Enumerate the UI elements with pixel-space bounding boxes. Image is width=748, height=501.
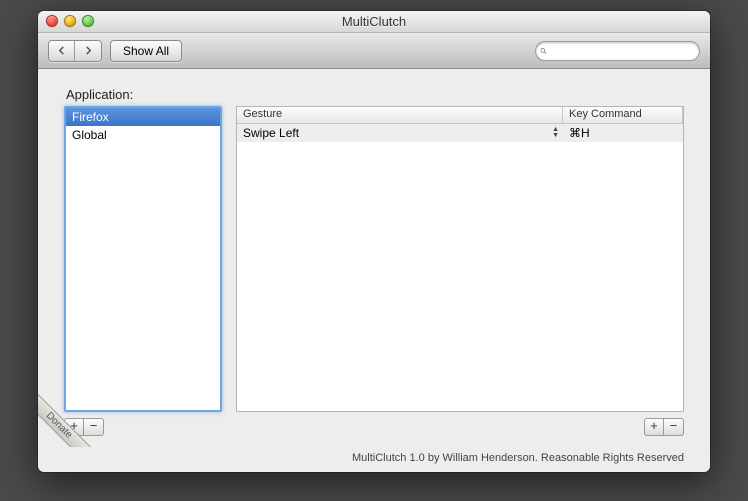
back-button[interactable] bbox=[49, 41, 75, 61]
application-label: Application: bbox=[66, 87, 684, 102]
zoom-icon[interactable] bbox=[82, 15, 94, 27]
nav-segment bbox=[48, 40, 102, 62]
toolbar: Show All bbox=[38, 33, 710, 69]
remove-app-button[interactable]: − bbox=[84, 418, 104, 436]
traffic-lights bbox=[46, 15, 94, 27]
titlebar: MultiClutch bbox=[38, 11, 710, 33]
chevron-right-icon bbox=[84, 46, 93, 55]
cell-key[interactable]: ⌘H bbox=[563, 124, 683, 142]
search-field-wrapper[interactable] bbox=[535, 41, 700, 61]
gesture-value: Swipe Left bbox=[243, 124, 299, 142]
gesture-table: Gesture Key Command Swipe Left ▲▼ ⌘H bbox=[236, 106, 684, 412]
content-area: Application: Firefox Global Gesture Key … bbox=[38, 69, 710, 446]
add-gesture-button[interactable]: + bbox=[644, 418, 664, 436]
stepper-icon[interactable]: ▲▼ bbox=[552, 127, 559, 139]
table-header: Gesture Key Command bbox=[237, 107, 683, 124]
remove-gesture-button[interactable]: − bbox=[664, 418, 684, 436]
forward-button[interactable] bbox=[75, 41, 101, 61]
gesture-add-remove: + − bbox=[644, 418, 684, 436]
pref-window: MultiClutch Show All Application: bbox=[38, 11, 710, 472]
window-title: MultiClutch bbox=[342, 14, 406, 29]
close-icon[interactable] bbox=[46, 15, 58, 27]
search-input[interactable] bbox=[551, 45, 693, 57]
chevron-left-icon bbox=[57, 46, 66, 55]
column-header-gesture[interactable]: Gesture bbox=[237, 107, 563, 123]
list-item[interactable]: Firefox bbox=[66, 108, 220, 126]
column-header-key[interactable]: Key Command bbox=[563, 107, 683, 123]
list-item[interactable]: Global bbox=[66, 126, 220, 144]
search-icon bbox=[540, 45, 547, 57]
cell-gesture[interactable]: Swipe Left ▲▼ bbox=[237, 124, 563, 142]
show-all-button[interactable]: Show All bbox=[110, 40, 182, 62]
table-row[interactable]: Swipe Left ▲▼ ⌘H bbox=[237, 124, 683, 142]
application-list[interactable]: Firefox Global bbox=[64, 106, 222, 412]
footer-text: MultiClutch 1.0 by William Henderson. Re… bbox=[38, 446, 710, 472]
minimize-icon[interactable] bbox=[64, 15, 76, 27]
